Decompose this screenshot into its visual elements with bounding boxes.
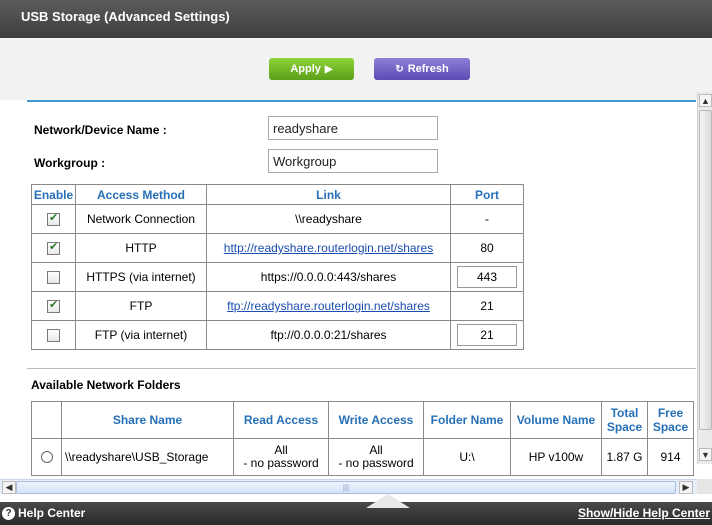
scroll-left-icon[interactable]: ◀ [2,481,16,494]
link-cell: https://0.0.0.0:443/shares [206,262,451,292]
enable-cell [31,233,76,263]
help-center-link[interactable]: ? Help Center [2,506,85,520]
access-method-cell: Network Connection [75,204,207,234]
table-row: FTP (via internet) ftp://0.0.0.0:21/shar… [31,320,524,350]
scroll-down-icon[interactable]: ▼ [699,448,712,461]
scrollbar-corner [697,479,712,494]
apply-button-label: Apply [290,63,321,75]
horizontal-scrollbar[interactable]: ◀ ||| ▶ [0,479,697,494]
table-row: HTTP http://readyshare.routerlogin.net/s… [31,233,524,263]
link-cell: http://readyshare.routerlogin.net/shares [206,233,451,263]
access-method-cell: FTP [75,291,207,321]
write-access-cell: All - no password [328,438,424,476]
scroll-up-icon[interactable]: ▲ [699,94,712,107]
apply-button[interactable]: Apply ▶ [269,58,354,80]
page-title: USB Storage (Advanced Settings) [21,9,230,24]
device-name-input[interactable] [268,116,438,140]
http-share-link[interactable]: http://readyshare.routerlogin.net/shares [224,241,433,255]
port-cell: - [450,204,524,234]
access-method-cell: HTTP [75,233,207,263]
port-cell [450,320,524,350]
access-method-cell: FTP (via internet) [75,320,207,350]
vertical-scrollbar[interactable]: ▲ ▼ [697,92,712,464]
volume-name-cell: HP v100w [510,438,602,476]
help-icon: ? [2,506,15,520]
col-header-volume-name: Volume Name [510,401,602,439]
enable-checkbox[interactable] [47,298,60,314]
table-row: FTP ftp://readyshare.routerlogin.net/sha… [31,291,524,321]
table-row: Network Connection \\readyshare - [31,204,524,234]
https-port-input[interactable] [457,266,517,288]
write-access-note: - no password [338,456,414,470]
collapse-tab-icon[interactable] [366,494,410,508]
horizontal-scroll-thumb[interactable]: ||| [16,481,676,494]
device-name-label: Network/Device Name : [34,123,167,137]
refresh-button[interactable]: ↻ Refresh [374,58,470,80]
enable-cell [31,204,76,234]
ftp-share-link[interactable]: ftp://readyshare.routerlogin.net/shares [227,299,430,313]
free-space-cell: 914 [647,438,694,476]
section-divider-gray [27,368,696,369]
page-title-bar: USB Storage (Advanced Settings) [0,0,712,38]
section-divider [27,100,696,102]
access-table-header-row: Enable Access Method Link Port [31,184,524,205]
col-header-share-name: Share Name [61,401,234,439]
col-header-read-access: Read Access [233,401,329,439]
refresh-icon: ↻ [395,63,404,75]
col-header-access-method: Access Method [75,184,207,205]
link-cell: ftp://readyshare.routerlogin.net/shares [206,291,451,321]
folder-select-radio[interactable] [40,451,53,464]
port-cell: 80 [450,233,524,263]
read-access-note: - no password [243,456,319,470]
read-access-cell: All - no password [233,438,329,476]
port-cell: 21 [450,291,524,321]
access-method-cell: HTTPS (via internet) [75,262,207,292]
select-cell [31,438,62,476]
help-center-label: Help Center [18,506,86,520]
col-header-enable: Enable [31,184,76,205]
col-header-port: Port [450,184,524,205]
enable-cell [31,320,76,350]
toolbar: Apply ▶ ↻ Refresh [0,38,712,100]
play-arrow-icon: ▶ [324,63,333,75]
port-cell [450,262,524,292]
share-name-cell: \\readyshare\USB_Storage [61,438,234,476]
col-header-total-space: Total Space [601,401,648,439]
access-method-table: Enable Access Method Link Port Network C… [31,184,524,350]
link-cell: ftp://0.0.0.0:21/shares [206,320,451,350]
col-header-write-access: Write Access [328,401,424,439]
workgroup-label: Workgroup : [34,156,106,170]
footer-bar: ? Help Center Show/Hide Help Center [0,494,712,525]
scroll-right-icon[interactable]: ▶ [679,481,693,494]
col-header-free-space: Free Space [647,401,694,439]
ftp-internet-port-input[interactable] [457,324,517,346]
col-header-link: Link [206,184,451,205]
enable-cell [31,262,76,292]
enable-checkbox[interactable] [47,211,60,227]
table-row: \\readyshare\USB_Storage All - no passwo… [31,438,694,476]
show-hide-help-center-link[interactable]: Show/Hide Help Center [578,506,710,520]
enable-checkbox[interactable] [47,271,60,285]
vertical-scroll-thumb[interactable] [699,110,712,430]
refresh-button-label: Refresh [407,63,449,75]
link-cell: \\readyshare [206,204,451,234]
col-header-select [31,401,62,439]
enable-checkbox[interactable] [47,329,60,343]
enable-cell [31,291,76,321]
network-folders-table: Share Name Read Access Write Access Fold… [31,401,694,476]
enable-checkbox[interactable] [47,240,60,256]
available-folders-title: Available Network Folders [31,378,181,392]
folders-table-header-row: Share Name Read Access Write Access Fold… [31,401,694,439]
workgroup-input[interactable] [268,149,438,173]
col-header-folder-name: Folder Name [423,401,511,439]
total-space-cell: 1.87 G [601,438,648,476]
folder-name-cell: U:\ [423,438,511,476]
table-row: HTTPS (via internet) https://0.0.0.0:443… [31,262,524,292]
folders-table-viewport: Share Name Read Access Write Access Fold… [31,401,697,479]
